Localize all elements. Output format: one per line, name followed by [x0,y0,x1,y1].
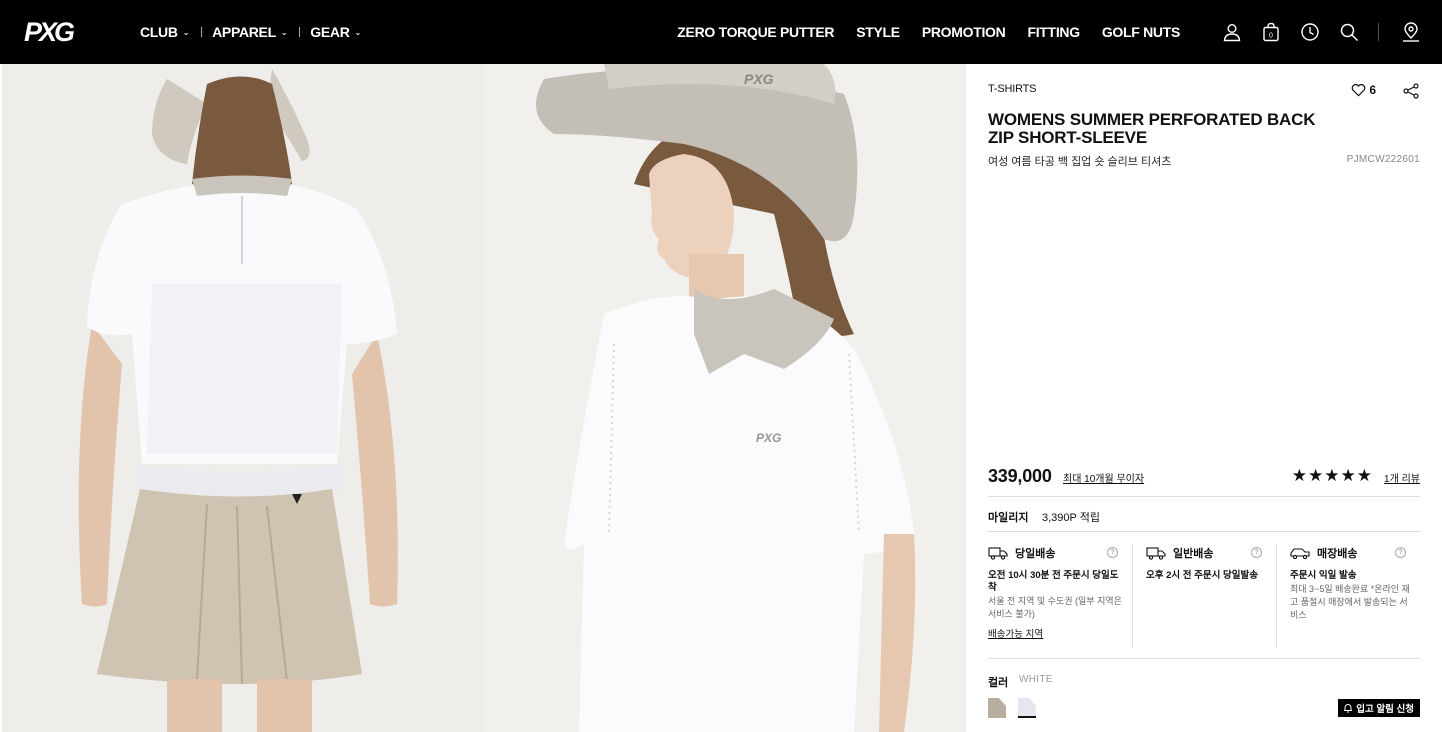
delivery-standard: 일반배송 ? 오후 2시 전 주문시 당일발송 [1132,544,1276,648]
nav-apparel-label: APPAREL [212,24,276,40]
delivery-store-header: 매장배송 [1290,544,1412,562]
delivery-standard-title: 일반배송 [1173,548,1214,560]
reviews-link[interactable]: 1개 리뷰 [1384,470,1420,485]
product-image-back-illustration [2,64,484,732]
chevron-down-icon: ⌄ [182,28,190,37]
truck-icon [988,547,1008,560]
search-icon[interactable] [1335,18,1363,46]
product-info-panel: T-SHIRTS 6 WOMENS SUMMER PERFORATED BACK… [988,64,1420,732]
delivery-store-note: 최대 3~5일 배송완료 *온라인 재고 품절시 매장에서 발송되는 서비스 [1290,584,1410,620]
delivery-same-day: 당일배송 ? 오전 10시 30분 전 주문시 당일도착 서울 전 지역 및 수… [988,544,1132,648]
help-icon[interactable]: ? [1251,547,1262,558]
delivery-area-link[interactable]: 배송가능 지역 [988,626,1043,640]
divider [988,531,1420,532]
help-icon[interactable]: ? [1395,547,1406,558]
delivery-same-day-note: 서울 전 지역 및 수도권 (일부 지역은 서비스 불가) [988,596,1122,619]
restock-alert-button[interactable]: 입고 알림 신청 [1338,699,1420,717]
color-swatch-beige[interactable] [988,698,1006,718]
chevron-down-icon: ⌄ [354,28,362,37]
delivery-same-day-desc: 오전 10시 30분 전 주문시 당일도착 [988,570,1119,593]
pxg-logo[interactable]: PXG [24,16,82,47]
product-price: 339,000 [988,466,1052,486]
product-title: WOMENS SUMMER PERFORATED BACK ZIP SHORT-… [988,110,1316,147]
heart-icon [1352,84,1366,97]
truck-icon [1146,547,1166,560]
nav-style[interactable]: STYLE [856,24,900,40]
nav-zero-torque-putter[interactable]: ZERO TORQUE PUTTER [677,24,834,40]
delivery-store: 매장배송 ? 주문시 익일 발송 최대 3~5일 배송완료 *온라인 재고 품절… [1276,544,1420,648]
delivery-store-desc: 주문시 익일 발송 [1290,570,1357,581]
divider [988,496,1420,497]
user-icon[interactable] [1218,18,1246,46]
top-navigation-bar: PXG CLUB ⌄ APPAREL ⌄ GEAR ⌄ ZERO TORQUE … [0,0,1442,64]
delivery-store-title: 매장배송 [1317,548,1358,560]
header-divider [1378,23,1379,41]
nav-club[interactable]: CLUB ⌄ [140,24,189,40]
car-icon [1290,548,1310,560]
header-icons: 0 [1218,18,1436,46]
product-sku: PJMCW222601 [1346,154,1420,165]
chevron-down-icon: ⌄ [280,28,288,37]
color-selected-value: WHITE [1019,674,1053,685]
product-image-front-illustration: PXG PXG [484,64,966,732]
product-category[interactable]: T-SHIRTS [988,83,1037,95]
nav-fitting[interactable]: FITTING [1027,24,1080,40]
bell-icon [1344,704,1353,713]
product-title-korean: 여성 여름 타공 백 집업 숏 슬리브 티셔츠 [988,156,1172,168]
visor-logo-text: PXG [744,71,774,87]
nav-club-label: CLUB [140,24,178,40]
nav-gear[interactable]: GEAR ⌄ [310,24,361,40]
nav-divider [201,27,203,37]
product-image-front[interactable]: PXG PXG [484,64,966,732]
mileage-value: 3,390P 적립 [1042,512,1100,524]
product-gallery: PXG PXG [2,64,966,732]
installment-link[interactable]: 최대 10개월 무이자 [1063,470,1144,485]
store-location-icon[interactable] [1397,18,1425,46]
secondary-nav: ZERO TORQUE PUTTER STYLE PROMOTION FITTI… [655,0,1180,64]
delivery-options: 당일배송 ? 오전 10시 30분 전 주문시 당일도착 서울 전 지역 및 수… [988,544,1420,648]
color-swatch-white[interactable] [1018,698,1036,718]
nav-gear-label: GEAR [310,24,350,40]
help-icon[interactable]: ? [1107,547,1118,558]
divider [988,658,1420,659]
share-icon[interactable] [1402,82,1420,100]
history-icon[interactable] [1296,18,1324,46]
like-button[interactable]: 6 [1351,83,1376,97]
primary-nav: CLUB ⌄ APPAREL ⌄ GEAR ⌄ [140,0,361,64]
restock-label: 입고 알림 신청 [1356,704,1414,715]
delivery-same-day-title: 당일배송 [1015,548,1056,560]
delivery-same-day-header: 당일배송 [988,544,1124,562]
pxg-logo-mark: PXG [24,17,78,47]
nav-divider [299,27,301,37]
svg-text:0: 0 [1269,33,1273,40]
color-label: 컬러 [988,677,1009,689]
nav-golf-nuts[interactable]: GOLF NUTS [1102,24,1180,40]
like-count: 6 [1369,83,1376,97]
logo-text: PXG [24,17,75,46]
rating-stars: ★★★★★ [1291,466,1373,485]
nav-promotion[interactable]: PROMOTION [922,24,1006,40]
product-image-back[interactable] [2,64,484,732]
delivery-standard-desc: 오후 2시 전 주문시 당일발송 [1146,570,1258,581]
mileage-label: 마일리지 [988,512,1029,524]
nav-apparel[interactable]: APPAREL ⌄ [212,24,287,40]
delivery-standard-header: 일반배송 [1146,544,1268,562]
chest-logo-text: PXG [756,431,781,445]
bag-icon[interactable]: 0 [1257,18,1285,46]
